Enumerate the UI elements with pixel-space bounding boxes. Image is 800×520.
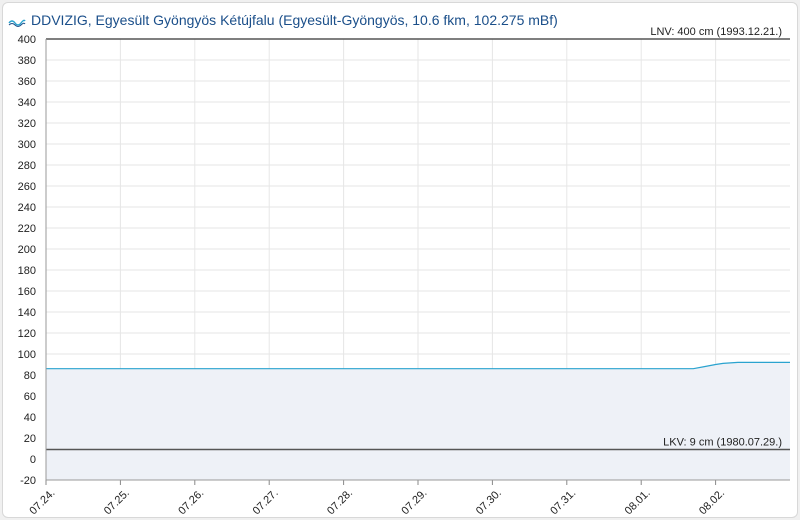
y-tick-label: 340 bbox=[18, 97, 36, 109]
y-tick-label: 20 bbox=[24, 433, 36, 445]
y-tick-labels: 4003803603403203002802602402202001801601… bbox=[18, 34, 36, 487]
chart-title: DDVIZIG, Egyesült Gyöngyös Kétújfalu (Eg… bbox=[31, 12, 558, 28]
x-tick-label: 07.26. bbox=[176, 487, 206, 517]
chart-svg: LNV: 400 cm (1993.12.21.) LKV: 9 cm (1980… bbox=[18, 26, 790, 517]
x-tick-labels: 07.24. 07.25. 07.26. 07.27. 07.28. 07.29. 07.3… bbox=[27, 487, 727, 517]
reference-line-label: LNV: 400 cm (1993.12.21.) bbox=[650, 26, 782, 38]
x-tick-label: 07.27. bbox=[251, 487, 281, 517]
y-tick-label: 360 bbox=[18, 76, 36, 88]
y-tick-label: 200 bbox=[18, 244, 36, 256]
ddvizig-logo-icon bbox=[8, 14, 26, 27]
x-tick-label: 07.30. bbox=[474, 487, 504, 517]
x-tick-label: 08.01. bbox=[623, 487, 653, 517]
y-tick-label: 80 bbox=[24, 370, 36, 382]
reference-line-label: LKV: 9 cm (1980.07.29.) bbox=[663, 437, 782, 449]
area-layer bbox=[46, 361, 790, 480]
x-tick-label: 08.02. bbox=[697, 487, 727, 517]
y-tick-label: 260 bbox=[18, 181, 36, 193]
y-tick-label: 320 bbox=[18, 118, 36, 130]
y-tick-label: 240 bbox=[18, 202, 36, 214]
y-tick-label: 280 bbox=[18, 160, 36, 172]
y-tick-label: 40 bbox=[24, 412, 36, 424]
y-tick-label: 180 bbox=[18, 265, 36, 277]
y-tick-label: 140 bbox=[18, 307, 36, 319]
y-tick-label: 120 bbox=[18, 328, 36, 340]
y-tick-label: 60 bbox=[24, 391, 36, 403]
x-tick-label: 07.24. bbox=[27, 487, 57, 517]
y-tick-label: 400 bbox=[18, 34, 36, 46]
y-tick-label: -20 bbox=[20, 475, 36, 487]
x-tick-label: 07.31. bbox=[548, 487, 578, 517]
x-tick-label: 07.25. bbox=[102, 487, 132, 517]
y-tick-label: 300 bbox=[18, 139, 36, 151]
y-tick-label: 160 bbox=[18, 286, 36, 298]
x-tick-label: 07.29. bbox=[399, 487, 429, 517]
x-tick-label: 07.28. bbox=[325, 487, 355, 517]
series-area-fill bbox=[46, 362, 790, 480]
y-tick-label: 220 bbox=[18, 223, 36, 235]
y-tick-label: 380 bbox=[18, 55, 36, 67]
chart-header: DDVIZIG, Egyesült Gyöngyös Kétújfalu (Eg… bbox=[8, 10, 558, 30]
y-tick-label: 100 bbox=[18, 349, 36, 361]
y-tick-label: 0 bbox=[30, 454, 36, 466]
